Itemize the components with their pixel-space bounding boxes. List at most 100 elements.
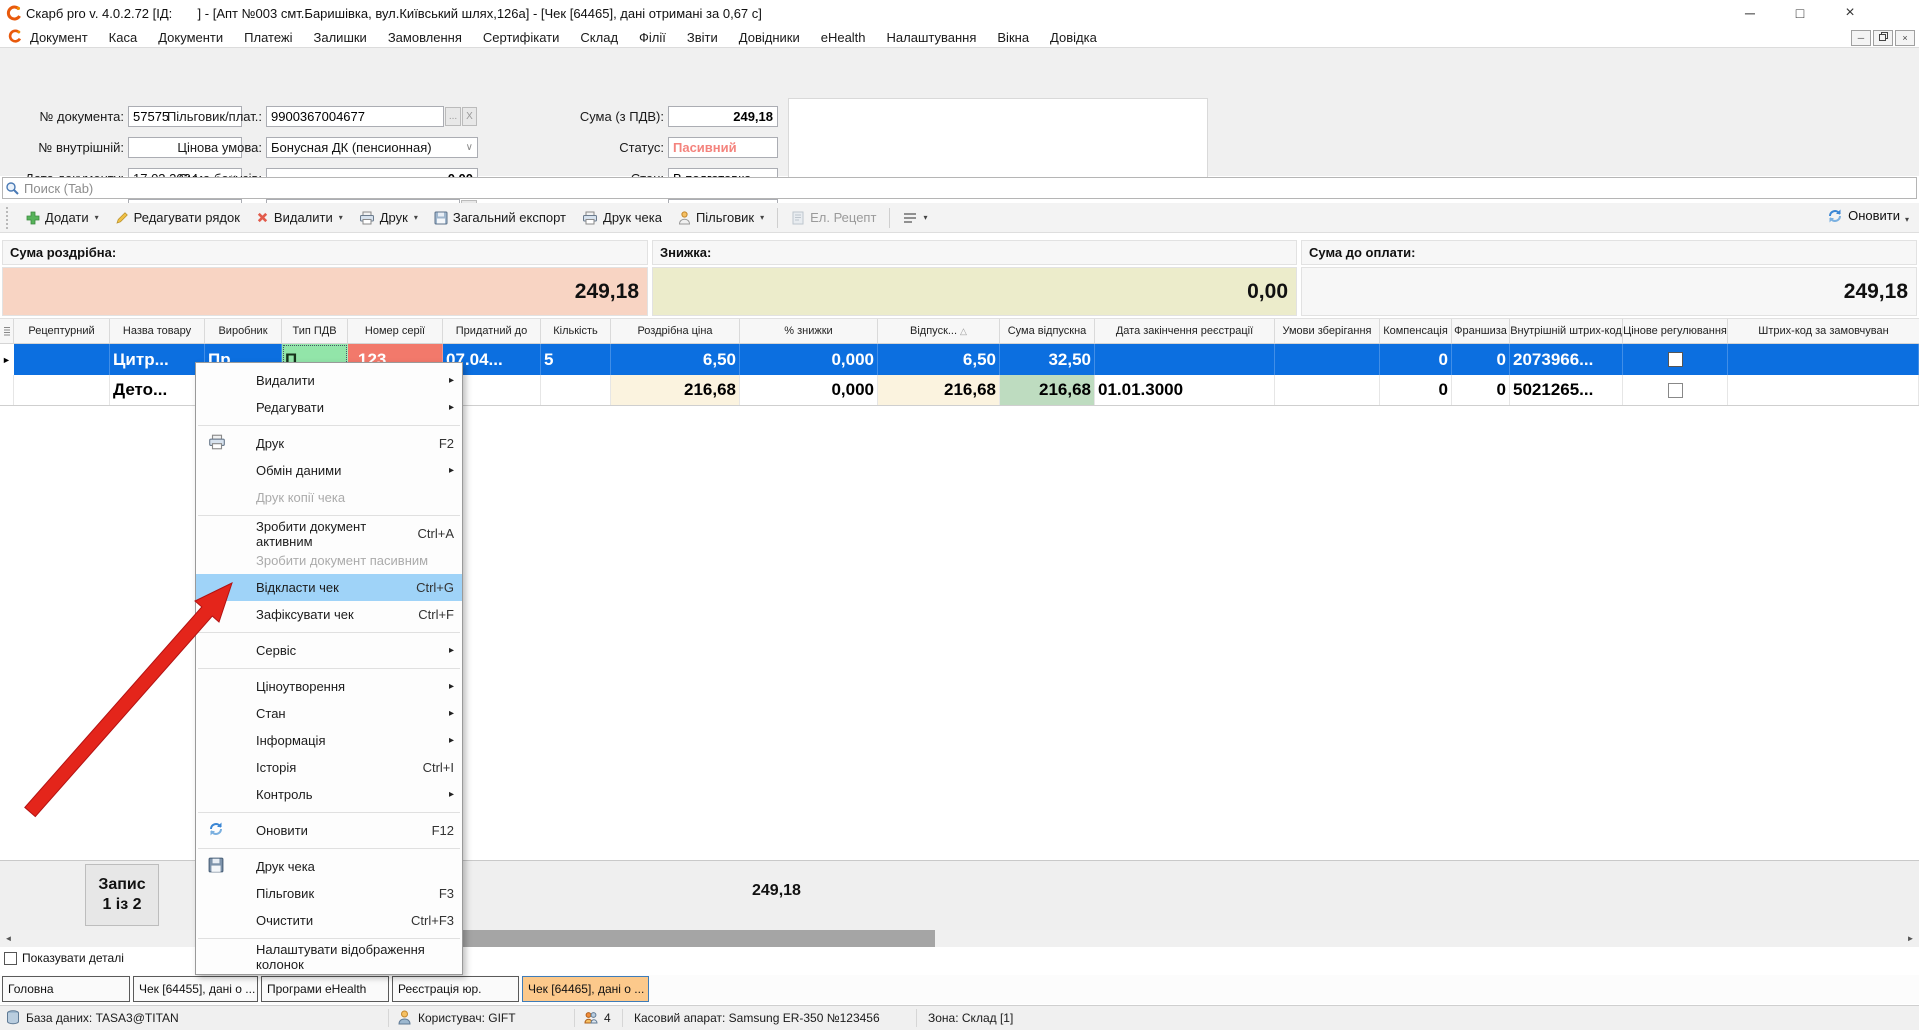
app-window: Скарб pro v. 4.0.2.72 [ІД: ] - [Апт №003… xyxy=(0,0,1919,1030)
footer-total: 249,18 xyxy=(752,882,801,900)
menu-sertyfikaty[interactable]: Сертифікати xyxy=(483,30,560,45)
ctx-onovyty[interactable]: ОновитиF12 xyxy=(196,817,462,844)
search-bar[interactable]: Поиск (Tab) xyxy=(2,177,1917,199)
beneficiary-field[interactable] xyxy=(266,106,444,127)
mdi-close-button[interactable]: × xyxy=(1895,30,1915,46)
mdi-restore-button[interactable] xyxy=(1873,30,1893,46)
ctx-istoriia[interactable]: ІсторіяCtrl+I xyxy=(196,754,462,781)
col-header-vnutrishnii-shtrykh[interactable]: Внутрішній штрих-код xyxy=(1510,319,1623,343)
scroll-right-arrow[interactable]: ► xyxy=(1902,930,1919,947)
general-export-button[interactable]: Загальний експорт xyxy=(429,208,571,227)
col-header-tsinove-rehuliuvannia[interactable]: Цінове регулювання xyxy=(1623,319,1728,343)
beneficiary-button[interactable]: Пільговик▾ xyxy=(673,208,769,227)
menu-filii[interactable]: Філії xyxy=(639,30,666,45)
toolbar-grip[interactable] xyxy=(6,207,12,229)
menu-dokumenty[interactable]: Документи xyxy=(158,30,223,45)
ctx-vydalyty[interactable]: Видалити▸ xyxy=(196,367,462,394)
ctx-servis[interactable]: Сервіс▸ xyxy=(196,637,462,664)
cell-receptury xyxy=(14,375,110,405)
col-header-rozdribna[interactable]: Роздрібна ціна xyxy=(611,319,740,343)
cell-data-reiestratsii xyxy=(1095,344,1275,375)
tab-reiestratsiia[interactable]: Реєстрація юр. xyxy=(392,976,519,1002)
col-header-znyzhky[interactable]: % знижки xyxy=(740,319,878,343)
menu-zvity[interactable]: Звіти xyxy=(687,30,718,45)
tab-holovna[interactable]: Головна xyxy=(2,976,130,1002)
menu-zalyshky[interactable]: Залишки xyxy=(314,30,367,45)
ctx-zafiksuvaty-chek[interactable]: Зафіксувати чекCtrl+F xyxy=(196,601,462,628)
menu-ehealth[interactable]: eHealth xyxy=(821,30,866,45)
col-header-umovy[interactable]: Умови зберігання xyxy=(1275,319,1380,343)
refresh-button[interactable]: Оновити ▾ xyxy=(1827,207,1909,224)
mdi-minimize-button[interactable]: ─ xyxy=(1851,30,1871,46)
ctx-nalashtuvaty-kolonky[interactable]: Налаштувати відображення колонок xyxy=(196,943,462,970)
menu-vikna[interactable]: Вікна xyxy=(997,30,1029,45)
ctx-zrobyty-aktyvnym[interactable]: Зробити документ активнимCtrl+A xyxy=(196,520,462,547)
menu-dovidka[interactable]: Довідка xyxy=(1050,30,1097,45)
col-header-nomer-serii[interactable]: Номер серії xyxy=(348,319,443,343)
close-button[interactable]: × xyxy=(1835,2,1865,24)
ctx-tsinoutvorennia[interactable]: Ціноутворення▸ xyxy=(196,673,462,700)
cell-umovy xyxy=(1275,344,1380,375)
grid-corner-icon[interactable] xyxy=(0,319,14,343)
menu-kasa[interactable]: Каса xyxy=(109,30,138,45)
col-header-vyrobnyk[interactable]: Виробник xyxy=(205,319,282,343)
menu-nalashtuvannia[interactable]: Налаштування xyxy=(887,30,977,45)
context-menu: Видалити▸ Редагувати▸ ДрукF2 Обмін даним… xyxy=(195,362,463,975)
ctx-druk-cheka[interactable]: Друк чека xyxy=(196,853,462,880)
ctx-druk[interactable]: ДрукF2 xyxy=(196,430,462,457)
col-header-kilkist[interactable]: Кількість xyxy=(541,319,611,343)
price-condition-select[interactable]: Бонусная ДК (пенсионная)∨ xyxy=(266,137,478,158)
add-button[interactable]: Додати▾ xyxy=(21,208,104,227)
col-header-receptury[interactable]: Рецептурний xyxy=(14,319,110,343)
col-header-data-reiestratsii[interactable]: Дата закінчення реєстрації xyxy=(1095,319,1275,343)
internal-number-label: № внутрішній: xyxy=(0,140,124,155)
ctx-informatsiia[interactable]: Інформація▸ xyxy=(196,727,462,754)
user-text: Користувач: GIFT xyxy=(418,1011,516,1025)
beneficiary-browse-button[interactable]: ... xyxy=(445,107,461,126)
tab-prohramy-ehealth[interactable]: Програми eHealth xyxy=(261,976,389,1002)
minimize-button[interactable]: ─ xyxy=(1735,2,1765,24)
discount-value: 0,00 xyxy=(652,267,1297,316)
maximize-button[interactable]: □ xyxy=(1785,2,1815,24)
status-label: Статус: xyxy=(514,140,664,155)
col-header-prydatnyi[interactable]: Придатний до xyxy=(443,319,541,343)
tab-chek-64455[interactable]: Чек [64455], дані о ... xyxy=(133,976,258,1002)
ctx-pilhovyk[interactable]: ПільговикF3 xyxy=(196,880,462,907)
show-details-toggle[interactable]: Показувати деталі xyxy=(4,951,124,965)
col-header-kompensatsiia[interactable]: Компенсація xyxy=(1380,319,1452,343)
show-details-checkbox[interactable] xyxy=(4,952,17,965)
col-header-franshyza[interactable]: Франшиза xyxy=(1452,319,1510,343)
edit-row-button[interactable]: Редагувати рядок xyxy=(110,208,245,227)
plus-icon xyxy=(26,211,40,225)
menu-dokument[interactable]: Документ xyxy=(30,30,88,45)
menu-dovidnyky[interactable]: Довідники xyxy=(739,30,800,45)
ctx-kontrol[interactable]: Контроль▸ xyxy=(196,781,462,808)
sum-with-vat-field[interactable] xyxy=(668,106,778,127)
menu-zamovlennia[interactable]: Замовлення xyxy=(388,30,462,45)
col-header-suma-vidpuskna[interactable]: Сума відпускна xyxy=(1000,319,1095,343)
ctx-redahuvaty[interactable]: Редагувати▸ xyxy=(196,394,462,421)
price-regulation-checkbox[interactable] xyxy=(1668,383,1683,398)
ctx-obmin-danymy[interactable]: Обмін даними▸ xyxy=(196,457,462,484)
ctx-ochystyty[interactable]: ОчиститиCtrl+F3 xyxy=(196,907,462,934)
menu-platezhi[interactable]: Платежі xyxy=(244,30,292,45)
zone-text: Зона: Склад [1] xyxy=(928,1011,1013,1025)
print-receipt-button[interactable]: Друк чека xyxy=(577,208,667,227)
col-header-shtrykh-kod-zamovch[interactable]: Штрих-код за замовчуван xyxy=(1728,319,1919,343)
print-button[interactable]: Друк▾ xyxy=(354,208,423,227)
cell-tsinove-rehuliuvannia xyxy=(1623,375,1728,405)
ctx-vidklasty-chek[interactable]: Відкласти чекCtrl+G xyxy=(196,574,462,601)
tab-chek-64465-active[interactable]: Чек [64465], дані о ... xyxy=(522,976,649,1002)
menu-separator xyxy=(198,668,460,669)
col-header-vidpusk[interactable]: Відпуск...△ xyxy=(878,319,1000,343)
layout-button[interactable]: ▾ xyxy=(898,210,932,226)
menu-sklad[interactable]: Склад xyxy=(580,30,618,45)
e-recipe-button[interactable]: Ел. Рецепт xyxy=(786,208,881,227)
scroll-left-arrow[interactable]: ◄ xyxy=(0,930,17,947)
ctx-stan[interactable]: Стан▸ xyxy=(196,700,462,727)
delete-button[interactable]: Видалити▾ xyxy=(251,208,348,227)
beneficiary-clear-button[interactable]: X xyxy=(462,107,477,126)
price-regulation-checkbox[interactable] xyxy=(1668,352,1683,367)
col-header-typ-pdv[interactable]: Тип ПДВ xyxy=(282,319,348,343)
col-header-nazva[interactable]: Назва товару xyxy=(110,319,205,343)
